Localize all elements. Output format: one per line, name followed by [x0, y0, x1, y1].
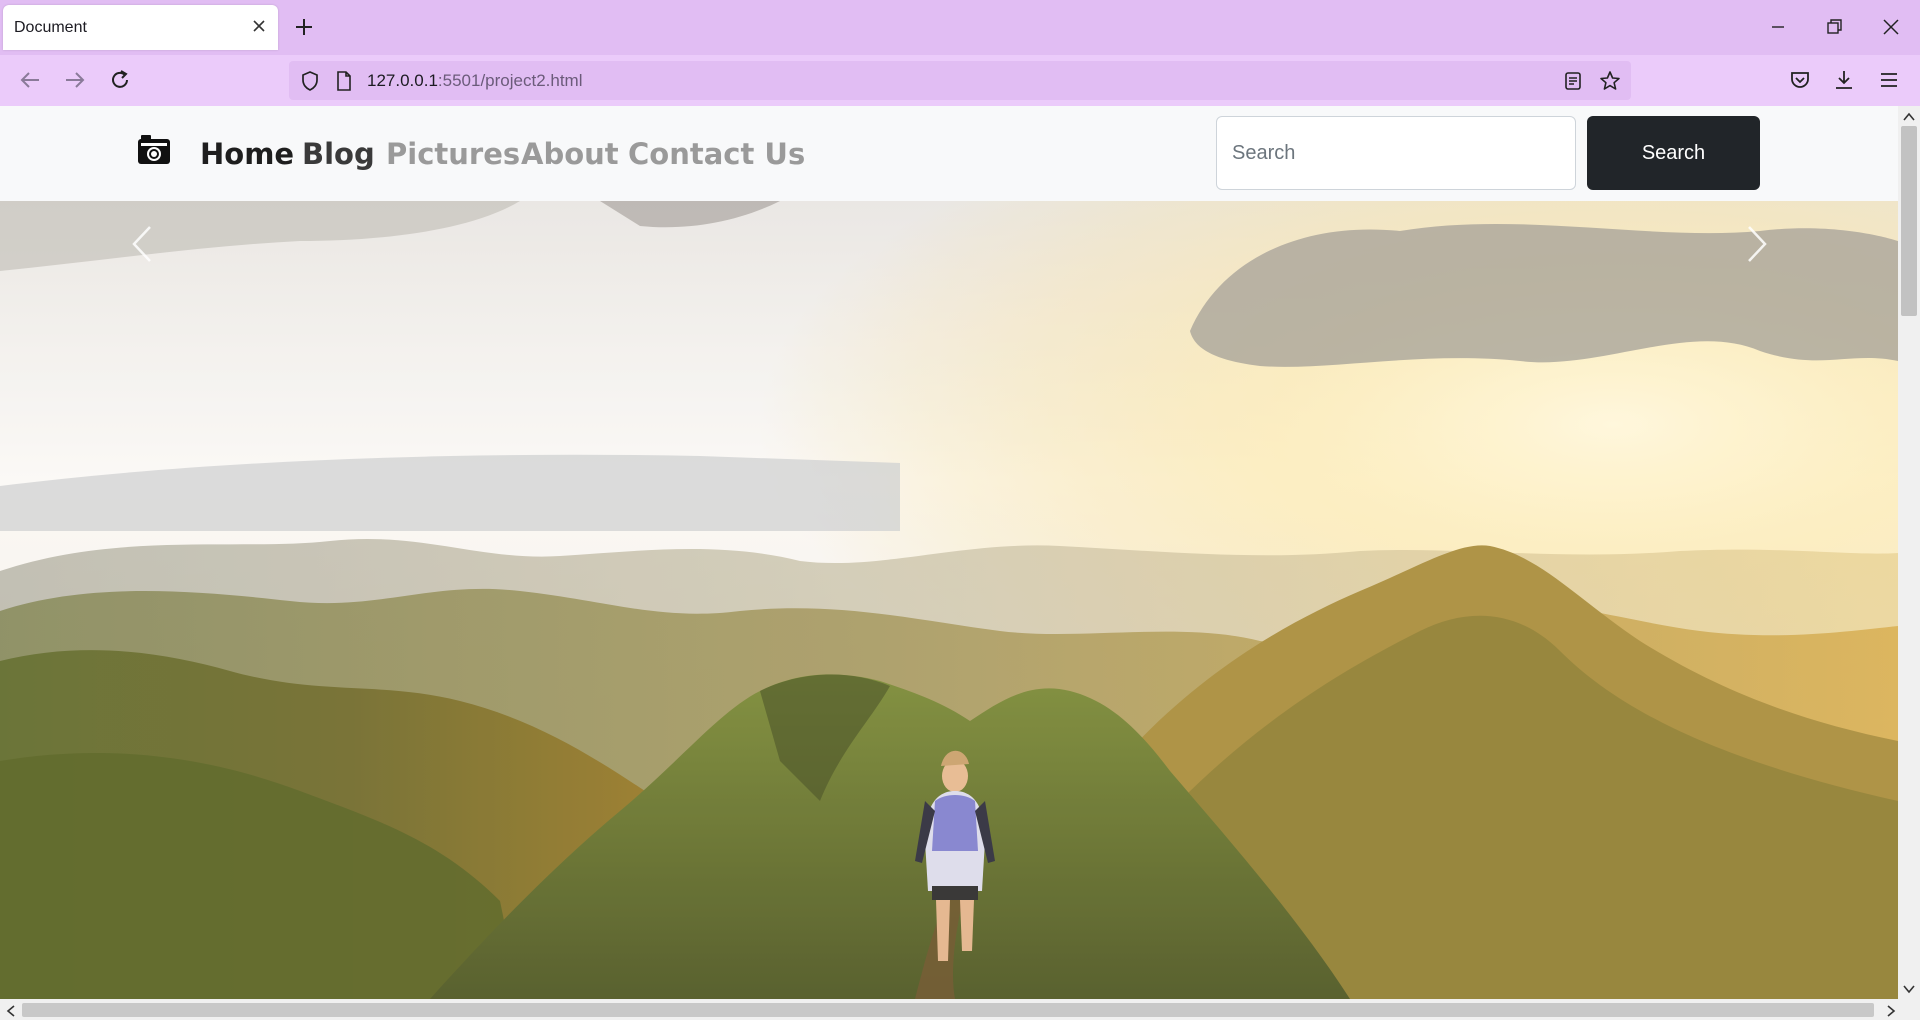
carousel-next-icon[interactable]	[1737, 219, 1777, 269]
hero-image	[0, 201, 1898, 999]
carousel-prev-icon[interactable]	[122, 219, 162, 269]
close-tab-icon[interactable]	[250, 17, 268, 35]
reload-icon[interactable]	[107, 67, 133, 93]
scroll-down-icon[interactable]	[1902, 982, 1916, 996]
close-window-icon[interactable]	[1880, 16, 1902, 38]
nav-blog[interactable]: Blog	[302, 137, 375, 171]
page-viewport: Home Blog Pictures About Contact Us Sear…	[0, 106, 1898, 999]
shield-icon[interactable]	[298, 69, 322, 93]
nav-home[interactable]: Home	[200, 137, 294, 171]
hero-carousel	[0, 201, 1898, 999]
horizontal-scroll-thumb[interactable]	[22, 1003, 1874, 1017]
camera-icon[interactable]	[137, 134, 171, 166]
nav-contact-us[interactable]: Contact Us	[628, 137, 805, 171]
search-button[interactable]: Search	[1587, 116, 1760, 190]
minimize-icon[interactable]	[1767, 16, 1789, 38]
page-icon[interactable]	[332, 69, 356, 93]
url-text[interactable]: 127.0.0.1:5501/project2.html	[367, 71, 583, 91]
vertical-scroll-thumb[interactable]	[1901, 126, 1917, 316]
scroll-right-icon[interactable]	[1884, 1004, 1898, 1018]
browser-toolbar: 127.0.0.1:5501/project2.html	[0, 55, 1920, 106]
search-input[interactable]	[1216, 116, 1576, 190]
reader-view-icon[interactable]	[1561, 69, 1585, 93]
pocket-icon[interactable]	[1787, 67, 1813, 93]
scroll-left-icon[interactable]	[4, 1004, 18, 1018]
nav-about[interactable]: About	[521, 137, 619, 171]
back-icon[interactable]	[17, 67, 43, 93]
new-tab-icon[interactable]	[293, 16, 315, 38]
menu-icon[interactable]	[1876, 67, 1902, 93]
site-navbar: Home Blog Pictures About Contact Us Sear…	[0, 106, 1898, 201]
tab-title: Document	[14, 19, 87, 36]
browser-tab[interactable]: Document	[3, 5, 278, 50]
bookmark-star-icon[interactable]	[1598, 69, 1622, 93]
scroll-up-icon[interactable]	[1902, 110, 1916, 124]
nav-pictures[interactable]: Pictures	[386, 137, 520, 171]
restore-icon[interactable]	[1823, 16, 1845, 38]
address-bar[interactable]: 127.0.0.1:5501/project2.html	[289, 61, 1631, 100]
browser-tab-strip: Document	[0, 0, 1920, 55]
download-icon[interactable]	[1831, 67, 1857, 93]
forward-icon[interactable]	[62, 67, 88, 93]
